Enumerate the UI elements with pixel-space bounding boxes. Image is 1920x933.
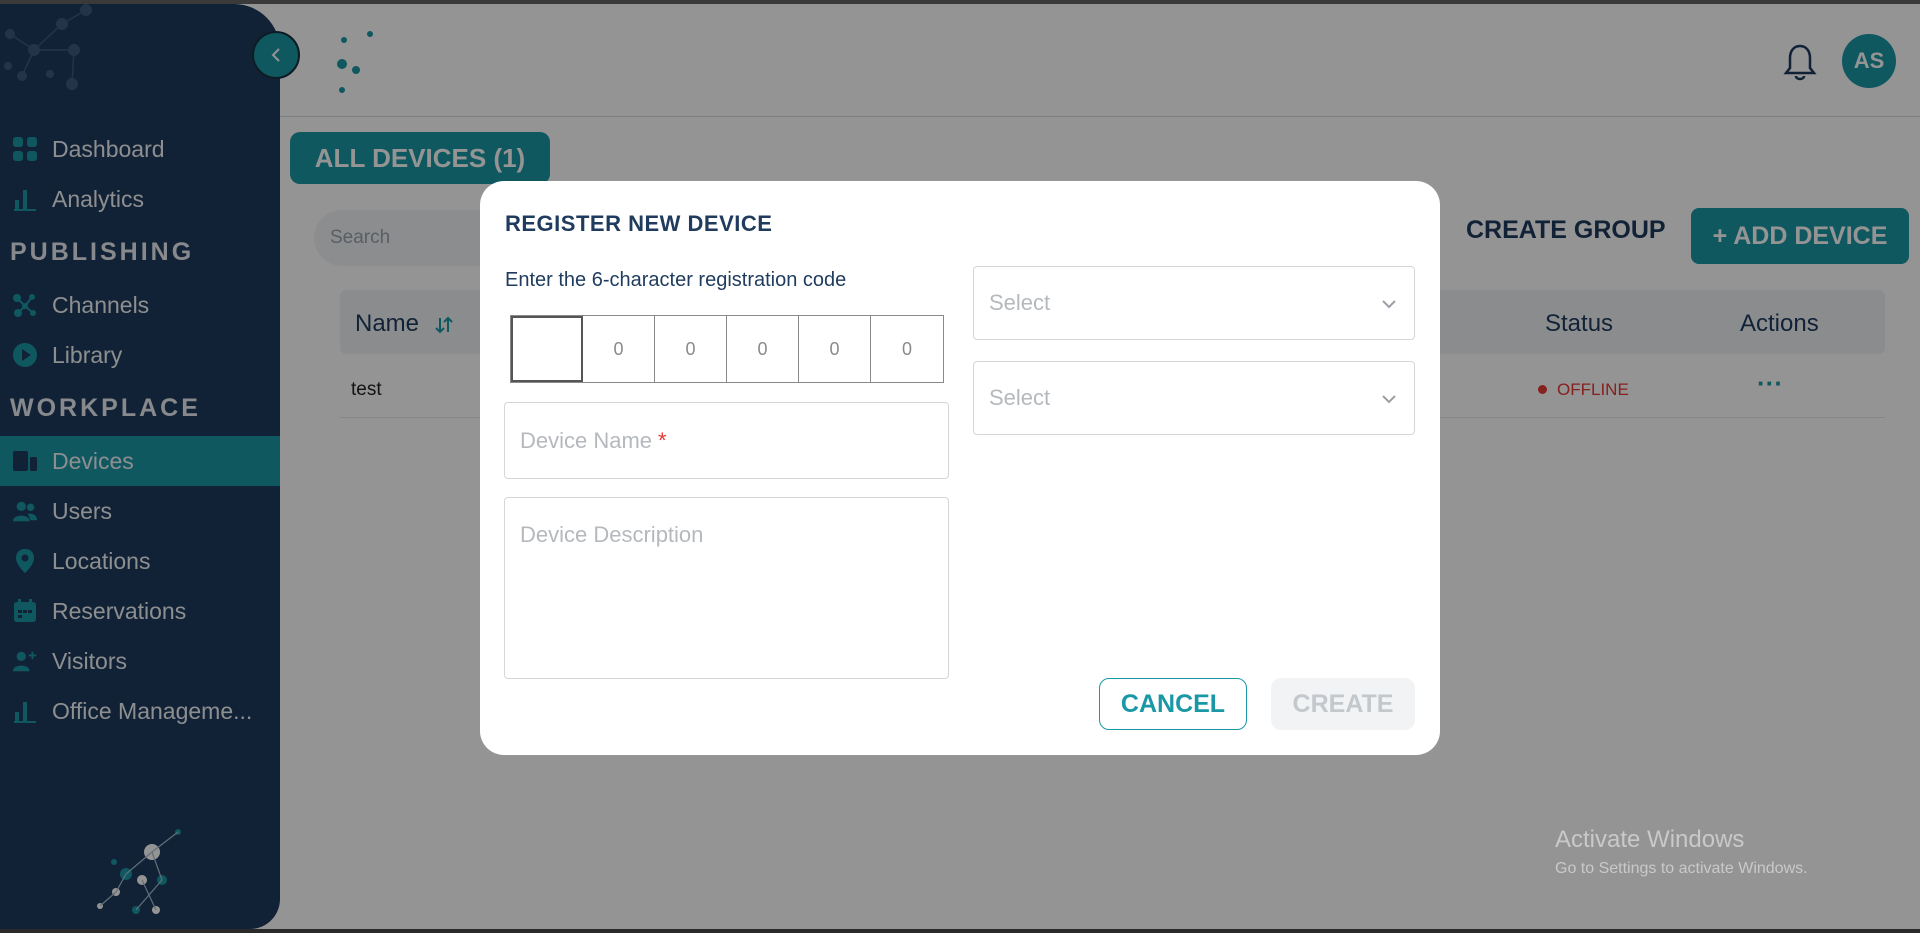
required-marker: * <box>658 427 667 453</box>
select-dropdown-2[interactable]: Select <box>973 361 1415 435</box>
code-digit-5[interactable]: 0 <box>799 316 871 382</box>
cancel-button[interactable]: CANCEL <box>1099 678 1247 730</box>
bottom-border <box>0 929 1920 933</box>
code-digit-4[interactable]: 0 <box>727 316 799 382</box>
dialog-title: REGISTER NEW DEVICE <box>505 211 773 236</box>
device-description-field[interactable]: Device Description <box>504 497 949 679</box>
registration-code-label: Enter the 6-character registration code <box>505 269 847 291</box>
registration-code-input: 0 0 0 0 0 <box>510 315 944 383</box>
code-digit-6[interactable]: 0 <box>871 316 943 382</box>
device-name-field[interactable]: Device Name * <box>504 402 949 479</box>
top-border <box>0 0 1920 4</box>
select-dropdown-1[interactable]: Select <box>973 266 1415 340</box>
windows-activation-watermark: Activate Windows Go to Settings to activ… <box>1555 826 1808 877</box>
chevron-down-icon <box>1382 395 1396 404</box>
code-digit-1[interactable] <box>511 316 583 382</box>
code-digit-3[interactable]: 0 <box>655 316 727 382</box>
chevron-down-icon <box>1382 300 1396 309</box>
code-digit-2[interactable]: 0 <box>583 316 655 382</box>
create-button[interactable]: CREATE <box>1271 678 1415 730</box>
register-device-dialog: REGISTER NEW DEVICE Enter the 6-characte… <box>480 181 1440 755</box>
